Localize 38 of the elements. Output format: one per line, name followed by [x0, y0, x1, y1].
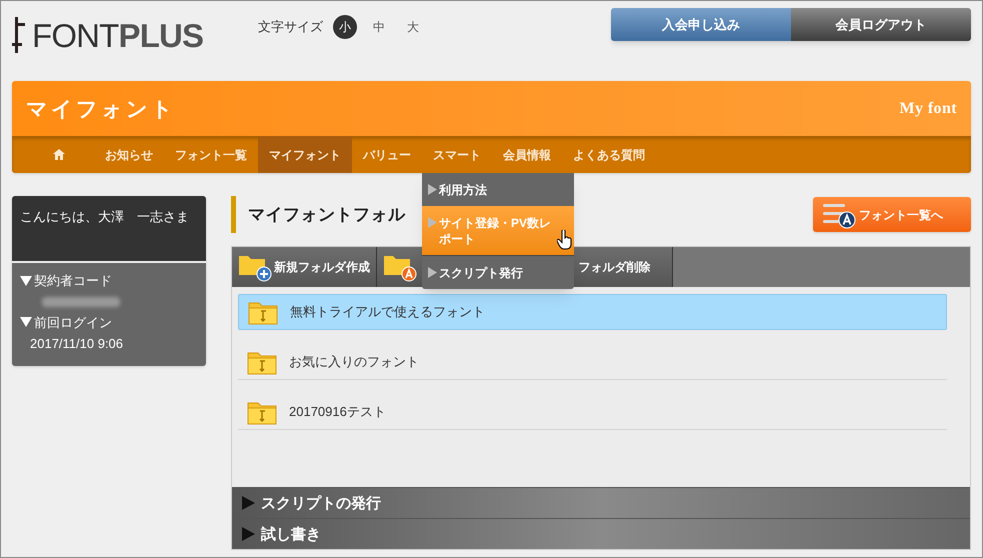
triangle-icon — [242, 527, 255, 541]
page-title: マイフォント — [26, 94, 176, 123]
triangle-icon — [428, 184, 437, 195]
folder-name: お気に入りのフォント — [289, 352, 419, 371]
folder-row[interactable]: お気に入りのフォント — [238, 344, 947, 380]
triangle-icon — [428, 267, 437, 278]
sidebar-value: 2017/11/10 9:06 — [30, 335, 124, 353]
folder-name: 無料トライアルで使えるフォント — [290, 303, 485, 322]
font-size-label: 文字サイズ — [258, 18, 324, 36]
logo-mark-icon — [12, 17, 26, 53]
dropdown-item-label: 利用方法 — [439, 182, 488, 198]
header-button[interactable]: 会員ログアウト — [791, 8, 971, 41]
nav-tab[interactable]: マイフォント — [258, 136, 352, 173]
section-heading: マイフォントフォル — [231, 196, 406, 233]
header-button[interactable]: 入会申し込み — [611, 8, 791, 41]
page-title-english: My font — [900, 98, 957, 118]
font-size-option[interactable]: 小 — [333, 15, 358, 39]
hand-cursor-icon — [557, 230, 573, 250]
sidebar-label: 前回ログイン — [34, 314, 112, 332]
triangle-icon — [242, 496, 255, 510]
sidebar-label: 契約者コード — [34, 272, 112, 290]
dropdown-item-label: サイト登録・PV数レポート — [439, 215, 552, 247]
dropdown-item[interactable]: 利用方法 — [422, 173, 574, 206]
toolbar-button[interactable]: 新規フォルダ作成 — [232, 247, 377, 287]
dropdown-item-label: スクリプト発行 — [439, 265, 524, 281]
triangle-icon — [428, 217, 437, 228]
accordion-header[interactable]: 試し書き — [232, 518, 970, 549]
folder-row[interactable]: 20170916テスト — [238, 394, 947, 430]
folder-name: 20170916テスト — [289, 402, 386, 421]
greeting-text: こんにちは、大澤 一志さま — [12, 196, 206, 263]
home-icon — [53, 149, 65, 160]
accordion-header[interactable]: スクリプトの発行 — [232, 487, 970, 518]
folder-row[interactable]: 無料トライアルで使えるフォント — [238, 294, 947, 330]
logo-text: FONTPLUS — [32, 18, 204, 52]
font-size-option[interactable]: 大 — [401, 15, 426, 39]
triangle-icon — [20, 317, 32, 328]
triangle-icon — [20, 276, 32, 286]
font-size-option[interactable]: 中 — [367, 15, 392, 39]
